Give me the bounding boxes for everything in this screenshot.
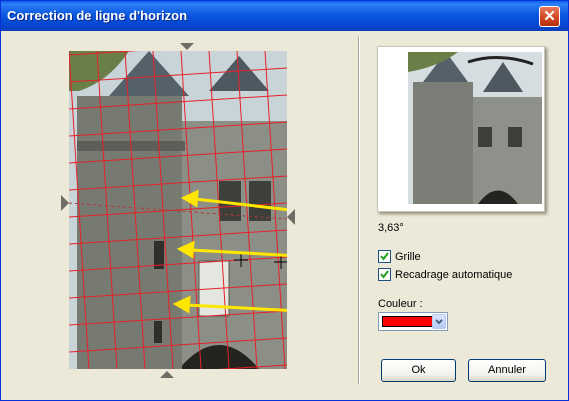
ok-button[interactable]: Ok (381, 359, 456, 382)
grid-checkbox-row[interactable]: Grille (378, 250, 421, 263)
auto-crop-label: Recadrage automatique (395, 268, 513, 281)
preview-image[interactable] (69, 51, 287, 369)
auto-crop-checkbox-row[interactable]: Recadrage automatique (378, 268, 512, 281)
color-dropdown[interactable] (378, 312, 448, 331)
rotation-angle: 3,63° (378, 222, 404, 234)
grid-label: Grille (395, 250, 421, 263)
close-icon: ✕ (543, 8, 556, 25)
auto-crop-checkbox[interactable] (378, 268, 391, 281)
castle-photo (69, 51, 287, 369)
top-handle-icon[interactable] (180, 43, 194, 50)
bottom-handle-icon[interactable] (160, 371, 174, 378)
dialog-window: Correction de ligne d'horizon ✕ 3,63° Gr… (0, 0, 569, 401)
color-label: Couleur : (378, 298, 423, 310)
close-button[interactable]: ✕ (539, 6, 560, 27)
thumbnail-preview (377, 46, 545, 212)
title-bar[interactable]: Correction de ligne d'horizon ✕ (1, 1, 568, 31)
color-dropdown-button[interactable] (432, 314, 446, 329)
color-swatch (382, 316, 433, 327)
left-handle-icon[interactable] (61, 195, 69, 211)
panel-divider (358, 36, 359, 384)
check-icon (380, 270, 389, 279)
window-title: Correction de ligne d'horizon (7, 8, 188, 23)
grid-checkbox[interactable] (378, 250, 391, 263)
cancel-button[interactable]: Annuler (468, 359, 546, 382)
chevron-down-icon (435, 319, 443, 325)
castle-thumbnail (408, 52, 542, 204)
check-icon (380, 252, 389, 261)
right-handle-icon[interactable] (287, 209, 295, 225)
